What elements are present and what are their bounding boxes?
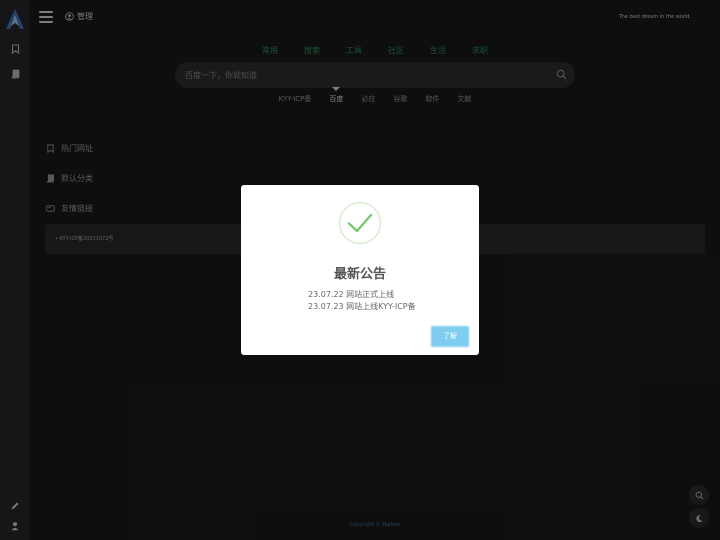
announcement-modal: 最新公告 23.07.22 网站正式上线 23.07.23 网站上线KYY-IC… [241, 185, 479, 355]
announcement-line: 23.07.23 网站上线KYY-ICP备 [308, 302, 416, 311]
acknowledge-button[interactable]: 了解 [431, 326, 469, 347]
announcement-line: 23.07.22 网站正式上线 [308, 290, 395, 299]
modal-title: 最新公告 [333, 267, 386, 282]
success-check-icon [338, 201, 382, 245]
